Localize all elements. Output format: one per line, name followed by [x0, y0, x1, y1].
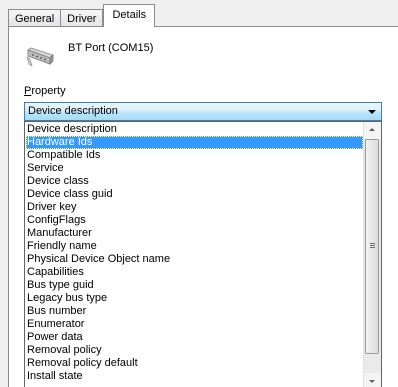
property-label-rest: roperty — [31, 85, 66, 97]
tab-details[interactable]: Details — [103, 4, 156, 27]
device-properties-window: General Driver Details BT Port (COM15) P… — [0, 0, 398, 387]
list-item[interactable]: Power data — [26, 331, 363, 344]
list-item[interactable]: Service — [26, 162, 363, 175]
list-item[interactable]: Removal policy default — [26, 357, 363, 370]
grip-line — [370, 247, 375, 248]
list-item[interactable]: Capabilities — [26, 266, 363, 279]
list-item[interactable]: Legacy bus type — [26, 292, 363, 305]
list-item[interactable]: Install state — [26, 370, 363, 383]
arrow-up-icon — [369, 128, 375, 131]
grip-line — [370, 245, 375, 246]
tab-general[interactable]: General — [8, 9, 62, 27]
list-item[interactable]: ConfigFlags — [26, 214, 363, 227]
list-item[interactable]: Friendly name — [26, 240, 363, 253]
device-name: BT Port (COM15) — [68, 42, 154, 54]
scroll-down-button[interactable] — [364, 373, 381, 387]
list-item[interactable]: Device class — [26, 175, 363, 188]
grip-line — [370, 243, 375, 244]
dropdown-scrollbar[interactable] — [363, 122, 381, 387]
list-item[interactable]: Physical Device Object name — [26, 253, 363, 266]
dropdown-items: Device description Hardware Ids Compatib… — [26, 123, 363, 383]
property-combobox[interactable]: Device description — [24, 102, 382, 121]
list-item[interactable]: Enumerator — [26, 318, 363, 331]
list-item[interactable]: Bus number — [26, 305, 363, 318]
serial-port-icon — [26, 47, 54, 67]
property-dropdown-list[interactable]: Device description Hardware Ids Compatib… — [24, 121, 382, 387]
tab-driver[interactable]: Driver — [60, 9, 104, 27]
tab-strip: General Driver Details — [8, 4, 156, 27]
list-item[interactable]: Manufacturer — [26, 227, 363, 240]
list-item[interactable]: Device description — [26, 123, 363, 136]
list-item[interactable]: Bus type guid — [26, 279, 363, 292]
scrollbar-thumb[interactable] — [365, 139, 379, 354]
chevron-down-icon[interactable] — [368, 110, 376, 114]
arrow-down-icon — [369, 380, 375, 383]
list-item[interactable]: Device class guid — [26, 188, 363, 201]
list-item-selected[interactable]: Hardware Ids — [26, 136, 363, 149]
scroll-up-button[interactable] — [364, 122, 381, 139]
property-label: Property — [24, 85, 66, 97]
list-item[interactable]: Removal policy — [26, 344, 363, 357]
property-combobox-value: Device description — [28, 105, 118, 117]
list-item[interactable]: Compatible Ids — [26, 149, 363, 162]
details-panel: BT Port (COM15) Property Device descript… — [8, 26, 398, 387]
list-item[interactable]: Driver key — [26, 201, 363, 214]
